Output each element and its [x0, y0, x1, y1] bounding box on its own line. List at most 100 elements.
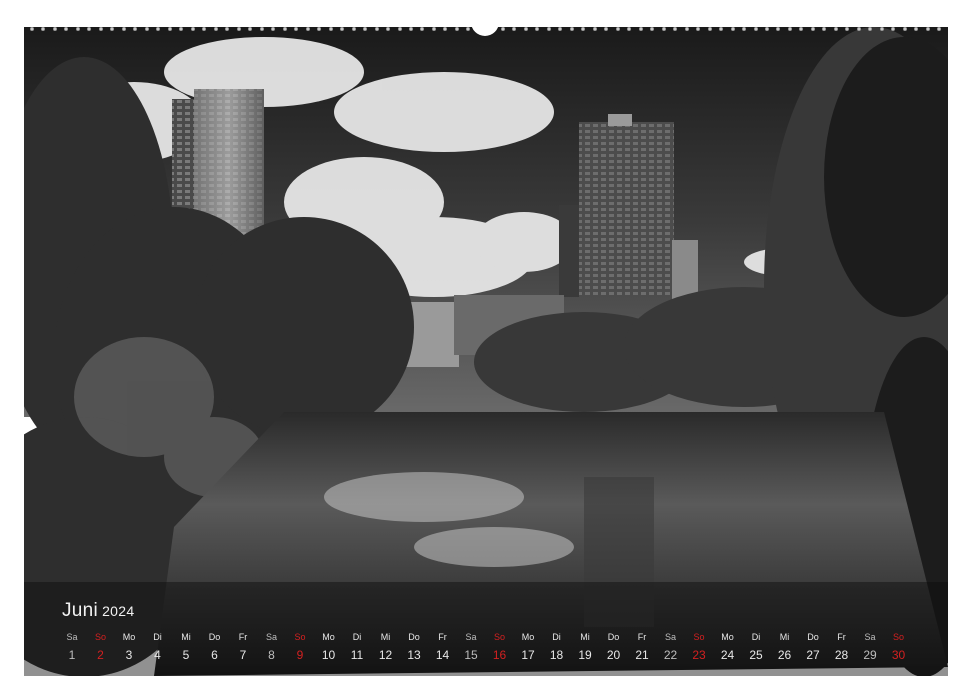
weekday-label: Mi: [181, 632, 191, 642]
binding-hole: [431, 27, 436, 31]
binding-hole: [133, 27, 138, 31]
day-number: 12: [378, 648, 393, 662]
weekday-label: Mo: [721, 632, 734, 642]
day-grid: Sa 1 So 2 Mo 3 Di 4 Mi 5 Do 6 Fr 7 Sa 8 So 9 Mo 10 Di 11 Mi 12 D…: [58, 630, 944, 670]
calendar-day: Sa 8: [258, 630, 286, 666]
day-number: 25: [749, 648, 763, 662]
calendar-day: So 30: [885, 630, 913, 666]
day-number: 19: [578, 648, 592, 662]
binding-hole: [397, 27, 402, 31]
calendar-day: Di 18: [543, 630, 571, 666]
calendar-day: So 9: [286, 630, 314, 666]
weekday-label: Do: [607, 632, 620, 642]
calendar-day: Mo 3: [115, 630, 143, 666]
day-number: 13: [407, 648, 421, 662]
binding-hole: [638, 27, 643, 31]
calendar-day: Mi 26: [771, 630, 799, 666]
weekday-label: Do: [208, 632, 221, 642]
binding-hole: [914, 27, 919, 31]
weekday-label: Di: [552, 632, 561, 642]
binding-hole: [512, 27, 517, 31]
binding-hole: [925, 27, 930, 31]
binding-hole: [581, 27, 586, 31]
binding-hole: [179, 27, 184, 31]
weekday-label: Mo: [521, 632, 535, 642]
binding-hole: [340, 27, 345, 31]
binding-hole: [454, 27, 459, 31]
weekday-label: Do: [408, 632, 420, 642]
binding-hole: [833, 27, 838, 31]
binding-hole: [282, 27, 287, 31]
day-number: 27: [806, 648, 820, 662]
calendar-day: Do 20: [600, 630, 628, 666]
binding-hole: [684, 27, 689, 31]
weekday-label: Fr: [837, 632, 846, 642]
calendar-day: Fr 28: [828, 630, 856, 666]
day-number: 26: [777, 648, 792, 662]
day-number: 22: [663, 648, 678, 662]
binding-hole: [902, 27, 907, 31]
calendar-day: Mo 24: [714, 630, 742, 666]
binding-hole: [856, 27, 861, 31]
binding-hole: [569, 27, 574, 31]
binding-hole: [52, 27, 57, 31]
binding-hole: [87, 27, 92, 31]
binding-hole: [259, 27, 264, 31]
calendar-day: So 2: [87, 630, 115, 666]
binding-hole: [707, 27, 712, 31]
weekday-label: So: [94, 632, 106, 642]
weekday-label: Mi: [779, 632, 790, 642]
binding-hole: [110, 27, 115, 31]
calendar-day: Sa 15: [457, 630, 485, 666]
day-number: 20: [606, 648, 621, 662]
binding-hole: [868, 27, 873, 31]
calendar-day: Fr 14: [429, 630, 457, 666]
binding-hole: [673, 27, 678, 31]
day-number: 1: [68, 648, 76, 662]
day-number: 7: [239, 648, 247, 662]
weekday-label: Mo: [322, 632, 335, 642]
binding-hole: [351, 27, 356, 31]
weekday-label: Do: [807, 632, 819, 642]
calendar-day: Mi 12: [372, 630, 400, 666]
binding-hole: [420, 27, 425, 31]
day-number: 3: [125, 648, 133, 662]
binding-hole: [810, 27, 815, 31]
binding-hole: [696, 27, 701, 31]
weekday-label: So: [892, 632, 904, 642]
day-number: 18: [549, 648, 564, 662]
binding-hole: [546, 27, 551, 31]
binding-hole: [742, 27, 747, 31]
binding-hole: [627, 27, 632, 31]
binding-hole: [523, 27, 528, 31]
weekday-label: Sa: [864, 632, 876, 642]
calendar-day: Do 27: [799, 630, 827, 666]
binding-hole: [787, 27, 792, 31]
day-number: 10: [321, 648, 336, 662]
year-label: 2024: [102, 603, 135, 619]
day-number: 29: [863, 648, 877, 662]
calendar-day: Sa 29: [856, 630, 884, 666]
day-number: 2: [97, 648, 104, 662]
binding-hole: [558, 27, 563, 31]
day-number: 14: [435, 648, 450, 662]
weekday-label: Mi: [380, 632, 391, 642]
day-number: 15: [464, 648, 478, 662]
calendar-day: Mo 17: [514, 630, 542, 666]
calendar-day: Do 13: [400, 630, 428, 666]
calendar-day: Di 25: [742, 630, 770, 666]
calendar-day: So 16: [486, 630, 514, 666]
day-number: 5: [182, 648, 190, 662]
weekday-label: Sa: [664, 632, 676, 642]
weekday-label: Di: [153, 632, 162, 642]
weekday-label: Di: [352, 632, 362, 642]
binding-hole: [225, 27, 230, 31]
day-number: 17: [521, 648, 535, 662]
binding-hole: [466, 27, 471, 31]
binding-hole: [190, 27, 195, 31]
day-number: 21: [635, 648, 649, 662]
binding-hole: [443, 27, 448, 31]
calendar-day: Di 11: [343, 630, 371, 666]
binding-hole: [271, 27, 276, 31]
binding-hole: [41, 27, 46, 31]
